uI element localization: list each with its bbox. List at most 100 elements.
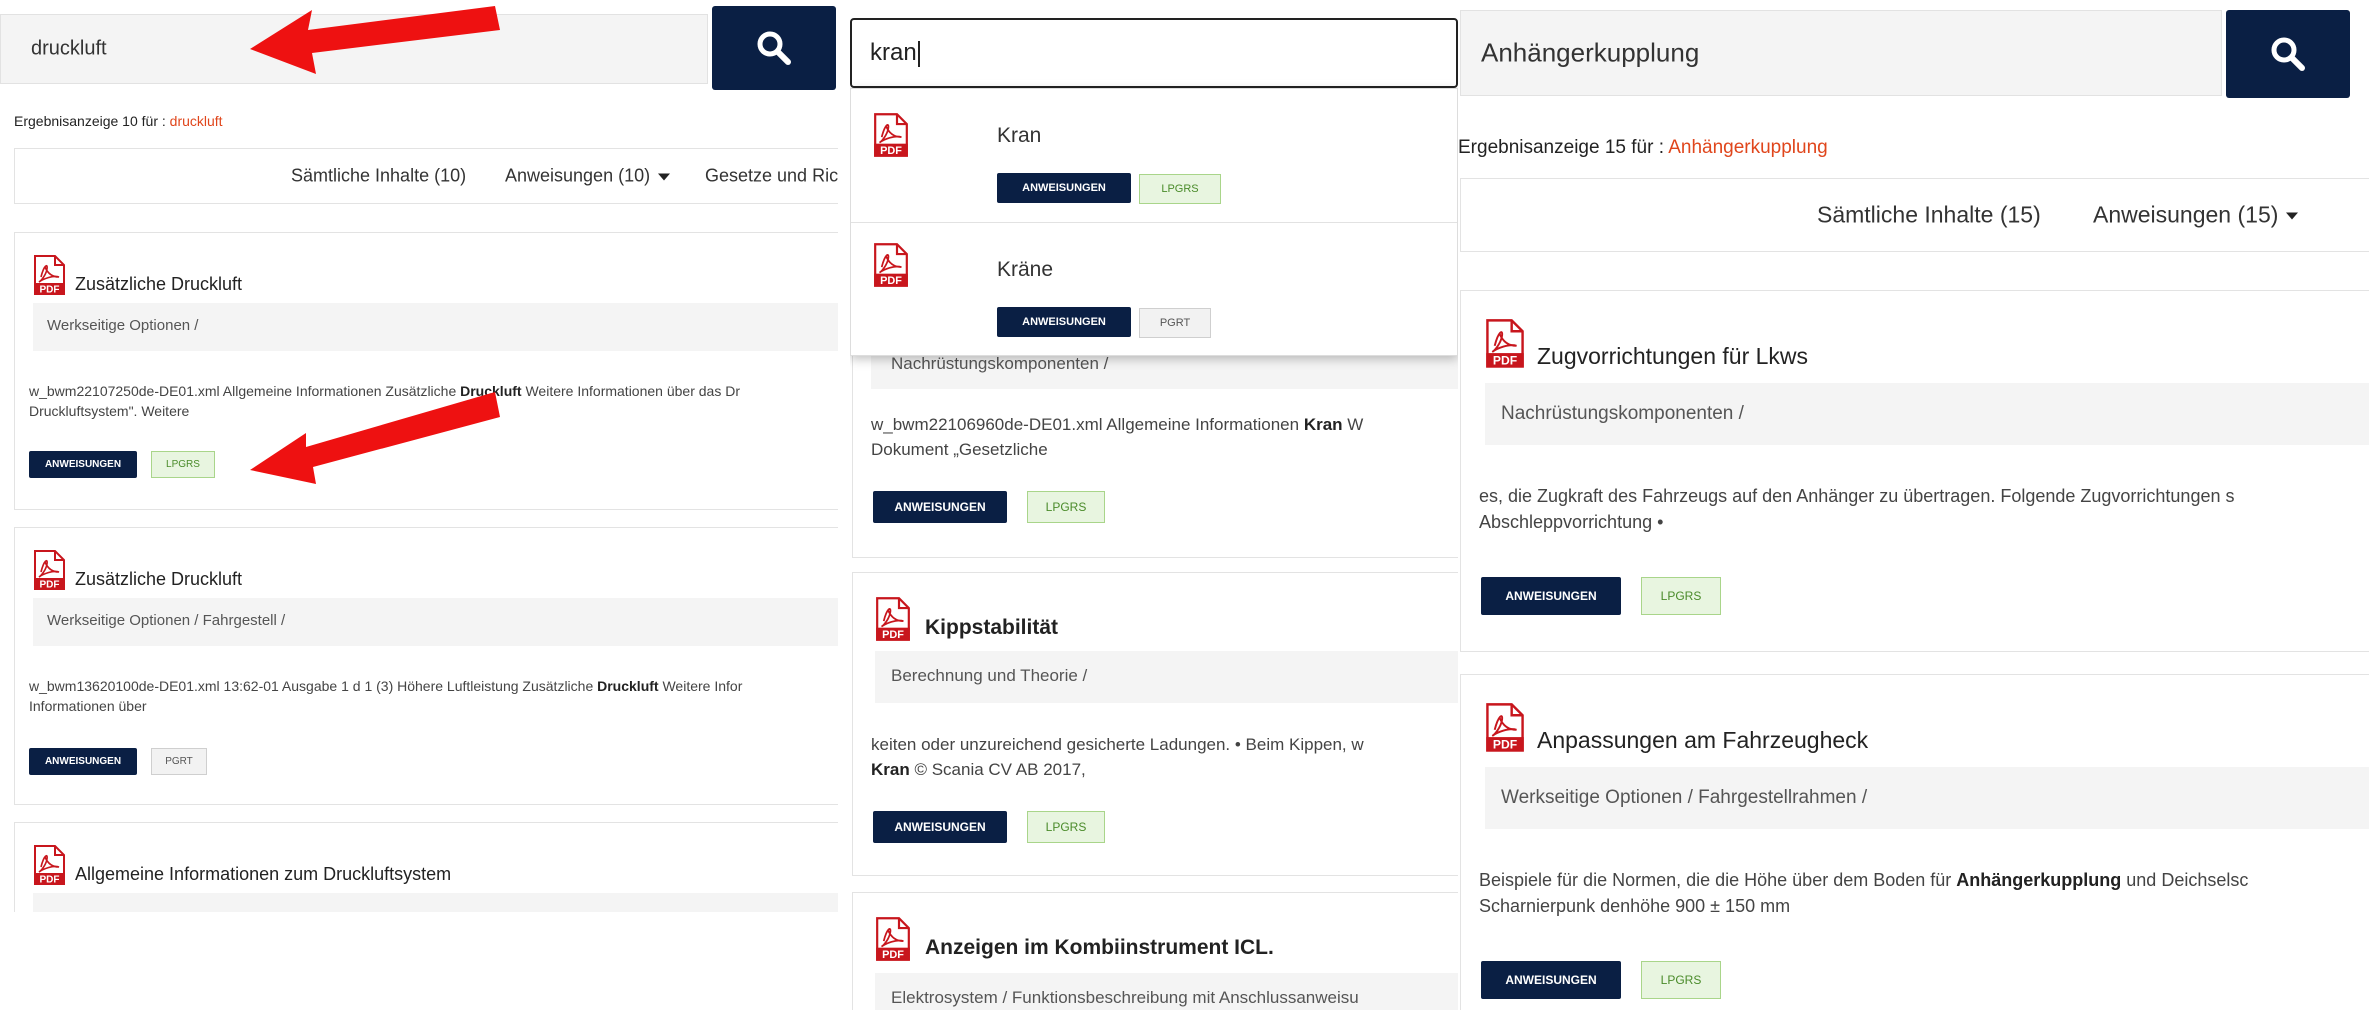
result-card[interactable]: Anpassungen am Fahrzeugheck Werkseitige … (1460, 674, 2369, 1010)
pdf-icon (873, 113, 909, 158)
suggestion-name: Kran (997, 124, 1042, 147)
card-title[interactable]: Zusätzliche Druckluft (75, 569, 242, 590)
pdf-icon (873, 243, 909, 288)
result-card[interactable]: Kippstabilität Berechnung und Theorie / … (852, 572, 1458, 876)
tag-anweisungen[interactable]: ANWEISUNGEN (1481, 577, 1621, 615)
search-input-text: kran (870, 39, 917, 66)
suggestion-item[interactable]: Kran ANWEISUNGEN LPGRS (851, 89, 1457, 222)
caret-down-icon (658, 173, 671, 181)
tag-anweisungen[interactable]: ANWEISUNGEN (1481, 961, 1621, 999)
red-arrow-annotation (250, 6, 500, 74)
card-path: Werkseitige Optionen / (33, 303, 838, 351)
snippet-highlight: Anhängerkupplung (1956, 870, 2122, 890)
filter-anweisungen[interactable]: Anweisungen (10) (505, 165, 671, 187)
tag-pgrt[interactable]: PGRT (1139, 308, 1211, 338)
filter-all[interactable]: Sämtliche Inhalte (15) (1817, 202, 2041, 229)
filter-anweisungen-label: Anweisungen (10) (505, 165, 651, 186)
card-title[interactable]: Zugvorrichtungen für Lkws (1537, 343, 1808, 370)
text-cursor (917, 40, 920, 67)
snippet-text: Scharnierpunk denhöhe 900 ± 150 mm (1479, 896, 1791, 917)
snippet-text: © Scania CV AB 2017, (909, 759, 1086, 779)
pdf-icon (1485, 703, 1525, 753)
card-path: Berechnung und Theorie / (875, 651, 1458, 703)
card-path: Werkseitige Optionen / Fahrgestell / (33, 598, 838, 646)
snippet-highlight: Kran (871, 759, 910, 779)
tag-anweisungen[interactable]: ANWEISUNGEN (997, 307, 1131, 337)
card-snippet: es, die Zugkraft des Fahrzeugs auf den A… (1479, 483, 2369, 535)
tag-pgrt[interactable]: PGRT (151, 748, 207, 775)
snippet-text: Informationen über (29, 698, 147, 715)
red-arrow-annotation (250, 392, 500, 484)
card-snippet: Beispiele für die Normen, die die Höhe ü… (1479, 867, 2369, 919)
panel-anhaengerkupplung: Anhängerkupplung Ergebnisanzeige 15 für … (1458, 0, 2369, 1010)
snippet-text: Beispiele für die Normen, die die Höhe ü… (1479, 870, 1957, 890)
result-count-term: druckluft (169, 113, 223, 129)
result-count: Ergebnisanzeige 15 für : Anhängerkupplun… (1458, 137, 1828, 159)
tag-anweisungen[interactable]: ANWEISUNGEN (997, 173, 1131, 203)
filter-all[interactable]: Sämtliche Inhalte (10) (291, 166, 466, 187)
search-button[interactable] (2226, 10, 2350, 98)
card-title[interactable]: Anpassungen am Fahrzeugheck (1537, 727, 1868, 754)
card-path (33, 893, 838, 912)
snippet-text: es, die Zugkraft des Fahrzeugs auf den A… (1479, 486, 2235, 506)
tag-lpgrs[interactable]: LPGRS (1027, 811, 1105, 843)
result-card[interactable]: Zusätzliche Druckluft Werkseitige Option… (14, 527, 838, 805)
snippet-text: Druckluftsystem". Weitere (29, 403, 190, 420)
snippet-highlight: Kran (1303, 415, 1343, 434)
card-snippet: keiten oder unzureichend gesicherte Ladu… (871, 733, 1458, 782)
search-input-value: kran (870, 39, 920, 67)
result-count-label: Ergebnisanzeige 10 für : (14, 113, 166, 129)
pdf-icon (33, 255, 66, 296)
filter-bar: Sämtliche Inhalte (10) Anweisungen (10) … (14, 148, 838, 204)
tag-anweisungen[interactable]: ANWEISUNGEN (873, 811, 1007, 843)
card-title[interactable]: Kippstabilität (925, 616, 1058, 640)
result-count-label: Ergebnisanzeige 15 für : (1458, 137, 1664, 158)
search-icon (757, 31, 791, 65)
card-snippet: w_bwm13620100de-DE01.xml 13:62-01 Ausgab… (29, 676, 838, 717)
snippet-highlight: Druckluft (597, 678, 659, 694)
search-input-value: druckluft (31, 37, 107, 60)
card-title[interactable]: Zusätzliche Druckluft (75, 274, 242, 295)
search-icon (2271, 37, 2305, 71)
search-button[interactable] (712, 6, 836, 90)
card-title[interactable]: Allgemeine Informationen zum Druckluftsy… (75, 864, 451, 885)
pdf-icon (1485, 319, 1525, 369)
card-path: Nachrüstungskomponenten / (1485, 383, 2369, 445)
snippet-text: keiten oder unzureichend gesicherte Ladu… (871, 735, 1364, 754)
snippet-text: Weitere Informationen über das Dr (521, 383, 740, 399)
tag-lpgrs[interactable]: LPGRS (1027, 491, 1105, 523)
snippet-text: und Deichselsc (2121, 870, 2249, 890)
panel-druckluft: druckluft Ergebnisanzeige 10 für : druck… (0, 0, 838, 912)
suggestion-item[interactable]: Kräne ANWEISUNGEN PGRT (851, 223, 1457, 356)
filter-gesetze[interactable]: Gesetze und Ric (705, 166, 838, 187)
snippet-text: w_bwm13620100de-DE01.xml 13:62-01 Ausgab… (29, 678, 598, 694)
tag-anweisungen[interactable]: ANWEISUNGEN (29, 451, 137, 478)
tag-anweisungen[interactable]: ANWEISUNGEN (873, 491, 1007, 523)
pdf-icon (875, 597, 911, 642)
search-input[interactable]: kran (850, 18, 1458, 88)
tag-lpgrs[interactable]: LPGRS (1641, 577, 1721, 615)
filter-anweisungen[interactable]: Anweisungen (15) (2093, 201, 2299, 229)
suggestion-name: Kräne (997, 258, 1054, 281)
result-card[interactable]: Allgemeine Informationen zum Druckluftsy… (14, 822, 838, 912)
filter-anweisungen-label: Anweisungen (15) (2093, 201, 2279, 228)
pdf-icon (875, 917, 911, 962)
tag-lpgrs[interactable]: LPGRS (151, 451, 215, 478)
result-card[interactable]: Zugvorrichtungen für Lkws Nachrüstungsko… (1460, 290, 2369, 652)
snippet-text: Dokument „Gesetzliche (871, 439, 1048, 459)
result-card[interactable]: Anzeigen im Kombiinstrument ICL. Elektro… (852, 892, 1458, 1010)
card-snippet: w_bwm22106960de-DE01.xml Allgemeine Info… (871, 413, 1458, 462)
result-count-term: Anhängerkupplung (1668, 137, 1828, 158)
caret-down-icon (2286, 212, 2299, 220)
result-count: Ergebnisanzeige 10 für : druckluft (14, 113, 223, 129)
filter-bar: Sämtliche Inhalte (15) Anweisungen (15) (1460, 178, 2369, 252)
card-path: Werkseitige Optionen / Fahrgestellrahmen… (1485, 767, 2369, 829)
tag-anweisungen[interactable]: ANWEISUNGEN (29, 748, 137, 775)
search-input[interactable]: Anhängerkupplung (1460, 10, 2222, 96)
tag-lpgrs[interactable]: LPGRS (1641, 961, 1721, 999)
tag-lpgrs[interactable]: LPGRS (1139, 174, 1221, 204)
card-title[interactable]: Anzeigen im Kombiinstrument ICL. (925, 936, 1274, 960)
snippet-text: Abschleppvorrichtung • (1479, 512, 1664, 533)
card-path: Elektrosystem / Funktionsbeschreibung mi… (875, 973, 1458, 1010)
snippet-text: W (1342, 415, 1364, 434)
